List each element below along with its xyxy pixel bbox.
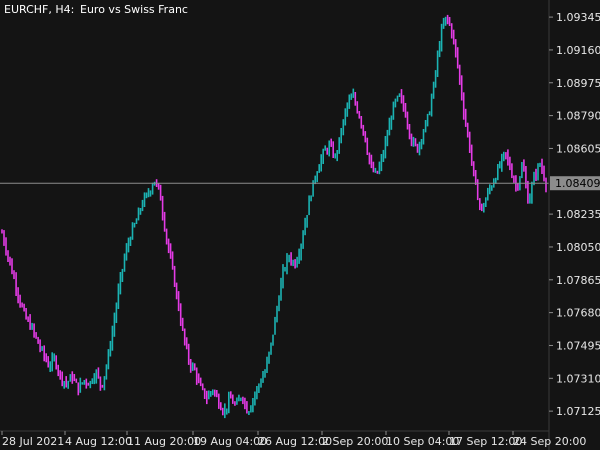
price-tick-label: 1.09345 bbox=[556, 11, 600, 24]
price-tick-label: 1.08605 bbox=[556, 142, 600, 155]
price-tick-label: 1.08050 bbox=[556, 241, 600, 254]
symbol-description: Euro vs Swiss Franc bbox=[80, 3, 188, 16]
time-tick-label: 11 Aug 20:00 bbox=[127, 435, 201, 448]
price-tick-label: 1.07865 bbox=[556, 274, 600, 287]
chart-canvas: 1.09345 1.09160 1.08975 1.08790 1.08605 1.082… bbox=[0, 0, 600, 450]
time-tick-label: 2 Sep 20:00 bbox=[322, 435, 388, 448]
price-tick-label: 1.07495 bbox=[556, 339, 600, 352]
price-tick-label: 1.08790 bbox=[556, 110, 600, 123]
price-tick-label: 1.09160 bbox=[556, 44, 600, 57]
current-price-label: 1.08409 bbox=[555, 177, 600, 190]
time-tick-label: 17 Sep 12:00 bbox=[449, 435, 522, 448]
price-chart: 1.09345 1.09160 1.08975 1.08790 1.08605 1.082… bbox=[0, 0, 600, 450]
price-tick-label: 1.08235 bbox=[556, 208, 600, 221]
price-tick-label: 1.07125 bbox=[556, 405, 600, 418]
price-tick-label: 1.07310 bbox=[556, 372, 600, 385]
time-tick-label: 24 Sep 20:00 bbox=[513, 435, 586, 448]
chart-title: EURCHF, H4: Euro vs Swiss Franc bbox=[4, 3, 188, 16]
time-tick-label: 4 Aug 12:00 bbox=[65, 435, 132, 448]
price-tick-label: 1.08975 bbox=[556, 77, 600, 90]
symbol-timeframe: EURCHF, H4: bbox=[4, 3, 74, 16]
time-tick-label: 28 Jul 2021 bbox=[2, 435, 64, 448]
price-tick-label: 1.07680 bbox=[556, 307, 600, 320]
time-tick-label: 19 Aug 04:00 bbox=[193, 435, 267, 448]
